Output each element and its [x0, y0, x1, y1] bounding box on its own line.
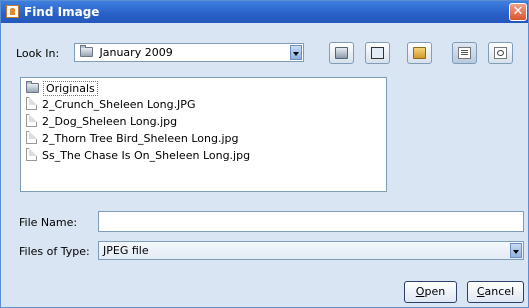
cancel-button[interactable]: Cancel [467, 281, 524, 303]
files-of-type-label: Files of Type: [19, 245, 90, 258]
folder-icon [80, 45, 93, 57]
file-name-field[interactable] [98, 211, 524, 232]
details-view-button[interactable] [488, 42, 513, 64]
title-bar[interactable]: Find Image ✕ [1, 1, 528, 23]
list-item-folder[interactable]: Originals [26, 81, 98, 96]
file-list[interactable]: Originals 2_Crunch_Sheleen Long.JPG 2_Do… [20, 77, 387, 192]
file-icon [26, 131, 37, 144]
chevron-down-icon[interactable] [510, 243, 522, 258]
java-app-icon [6, 5, 19, 18]
list-item-label: Ss_The Chase Is On_Sheleen Long.jpg [42, 149, 251, 162]
list-item-label: 2_Thorn Tree Bird_Sheleen Long.jpg [42, 132, 239, 145]
details-view-icon [494, 47, 507, 59]
open-label-rest: pen [424, 285, 446, 298]
files-of-type-value: JPEG file [103, 244, 149, 257]
chevron-down-icon[interactable] [290, 45, 302, 60]
open-button[interactable]: Open [404, 281, 457, 303]
new-folder-button[interactable] [407, 42, 432, 64]
list-item[interactable]: 2_Crunch_Sheleen Long.JPG [26, 97, 195, 112]
up-one-level-button[interactable] [329, 42, 354, 64]
list-item[interactable]: 2_Thorn Tree Bird_Sheleen Long.jpg [26, 131, 238, 146]
look-in-value: January 2009 [99, 46, 173, 59]
window-title: Find Image [24, 5, 100, 19]
cancel-label-rest: ancel [484, 285, 515, 298]
folder-icon [26, 81, 39, 93]
file-icon [26, 148, 37, 161]
list-item[interactable]: 2_Dog_Sheleen Long.jpg [26, 114, 177, 129]
cancel-mnemonic: C [476, 285, 485, 298]
list-view-button[interactable] [452, 42, 477, 64]
list-item-label: 2_Crunch_Sheleen Long.JPG [42, 98, 196, 111]
list-view-icon [458, 47, 471, 59]
up-one-level-icon [335, 47, 348, 59]
file-icon [26, 114, 37, 127]
look-in-label: Look In: [16, 47, 60, 60]
look-in-combo[interactable]: January 2009 [74, 43, 304, 62]
file-icon [26, 97, 37, 110]
files-of-type-combo[interactable]: JPEG file [98, 241, 524, 260]
home-icon-base [371, 47, 384, 59]
list-item-label: 2_Dog_Sheleen Long.jpg [42, 115, 178, 128]
close-button[interactable]: ✕ [509, 3, 527, 21]
new-folder-icon [413, 47, 426, 59]
home-button[interactable] [365, 42, 390, 64]
file-name-label: File Name: [19, 216, 78, 229]
list-item-label: Originals [43, 81, 98, 96]
list-item[interactable]: Ss_The Chase Is On_Sheleen Long.jpg [26, 148, 250, 163]
find-image-dialog: Find Image ✕ Look In: January 2009 Origi… [0, 0, 529, 308]
